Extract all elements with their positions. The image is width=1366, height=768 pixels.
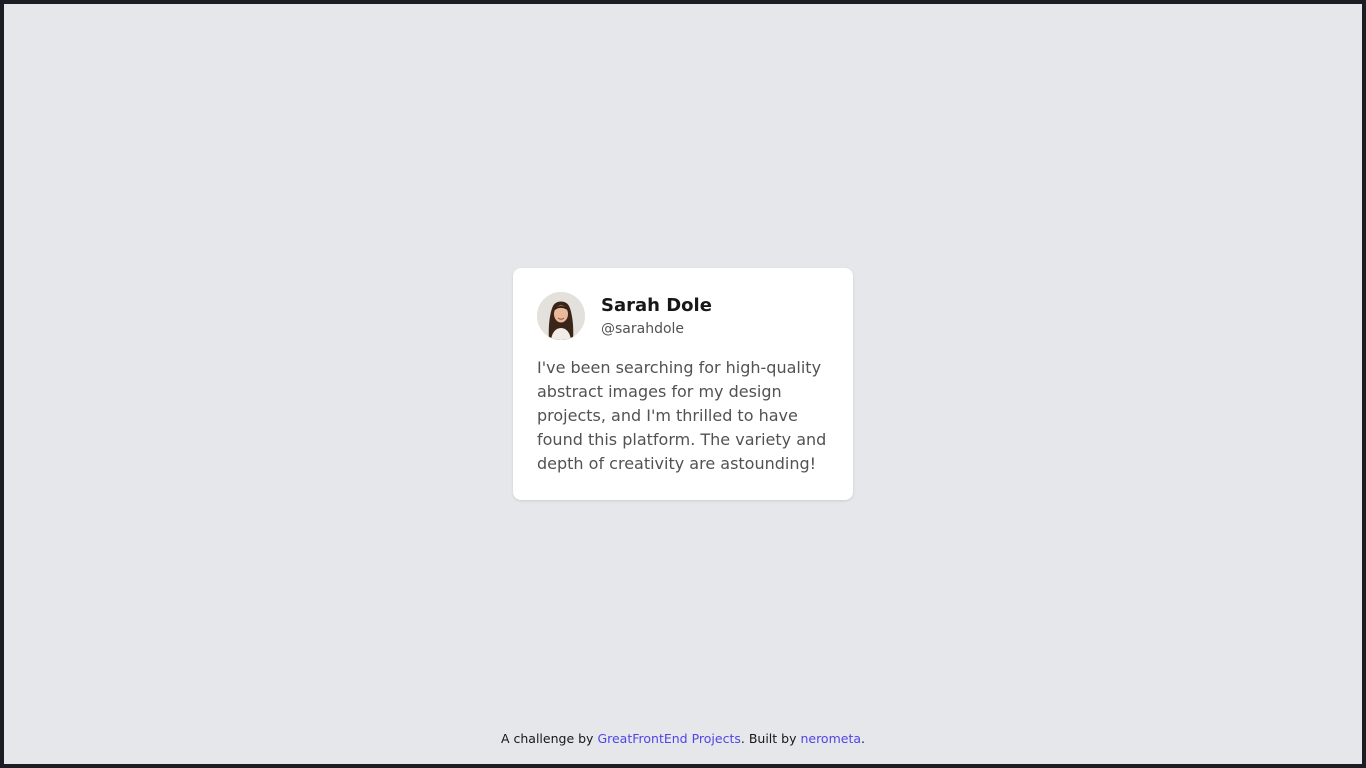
challenge-link[interactable]: GreatFrontEnd Projects (597, 731, 740, 746)
author-name: Sarah Dole (601, 295, 712, 316)
author-link[interactable]: nerometa (800, 731, 861, 746)
testimonial-text: I've been searching for high-quality abs… (537, 358, 827, 473)
author-info: Sarah Dole @sarahdole (601, 293, 712, 339)
page-background: Sarah Dole @sarahdole I've been searchin… (4, 4, 1362, 764)
testimonial-card: Sarah Dole @sarahdole I've been searchin… (513, 268, 853, 500)
footer-suffix: . (861, 731, 865, 746)
author-handle: @sarahdole (601, 321, 685, 337)
footer-prefix: A challenge by (500, 731, 598, 746)
testimonial-header: Sarah Dole @sarahdole (537, 292, 829, 340)
avatar (537, 292, 585, 340)
footer-middle: . Built by (740, 731, 801, 746)
attribution-footer: A challenge by GreatFrontEnd Projects. B… (4, 731, 1362, 746)
avatar-image (537, 292, 585, 340)
